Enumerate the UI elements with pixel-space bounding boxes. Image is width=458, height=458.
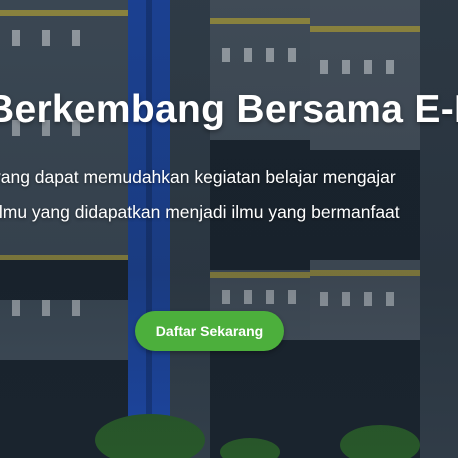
register-now-button[interactable]: Daftar Sekarang — [135, 311, 284, 351]
hero-description-line2: Ilmu yang didapatkan menjadi ilmu yang b… — [0, 202, 400, 222]
hero-overlay — [0, 0, 458, 458]
hero-description-line1: yang dapat memudahkan kegiatan belajar m… — [0, 167, 396, 187]
hero-title: Berkembang Bersama E-Learning — [0, 88, 458, 131]
hero-section: Berkembang Bersama E-Learning yang dapat… — [0, 0, 458, 458]
